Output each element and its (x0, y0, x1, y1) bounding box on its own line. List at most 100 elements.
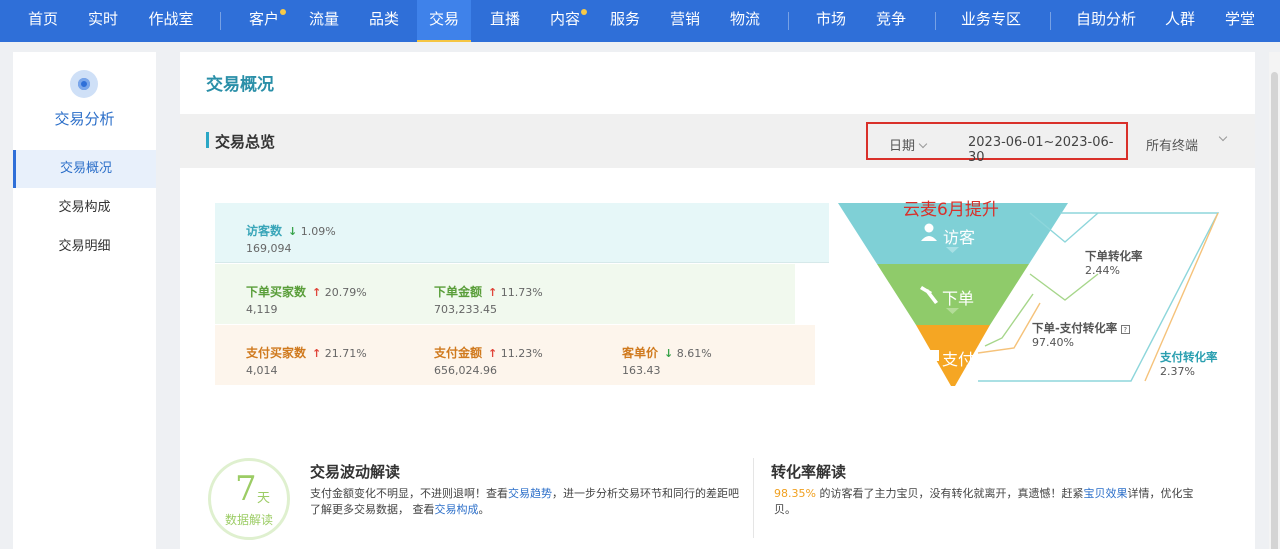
terminal-select[interactable]: 所有终端 (1146, 135, 1198, 154)
nav-marketing[interactable]: 营销 (670, 0, 700, 42)
nav-live[interactable]: 直播 (490, 0, 520, 42)
chevron-down-icon (918, 139, 928, 149)
nav-divider (935, 12, 936, 30)
nav-divider (1050, 12, 1051, 30)
sidebar-item-trade-composition[interactable]: 交易构成 (13, 189, 156, 227)
conversion-insight-text: 98.35% 的访客看了主力宝贝，没有转化就离开，真遗憾！赶紧宝贝效果详情，优化… (774, 487, 1194, 516)
metric-value: 4,014 (246, 364, 278, 377)
metric-value: 4,119 (246, 303, 278, 316)
order-row: 下单买家数 ↑ 20.79% 4,119 下单金额 ↑ 11.73% 703,233… (215, 264, 795, 324)
metric-label: 支付买家数 (246, 346, 307, 360)
nav-war-room[interactable]: 作战室 (148, 0, 193, 42)
scroll-thumb[interactable] (1271, 72, 1278, 549)
conversion-insight-title: 转化率解读 (771, 463, 847, 481)
metric-change: 20.79% (324, 286, 367, 299)
metric-change: 11.23% (500, 347, 543, 360)
nav-content[interactable]: 内容 (550, 0, 588, 42)
date-filter[interactable]: 日期 2023-06-01~2023-06-30 (866, 122, 1128, 165)
visitor-row: 访客数 ↓ 1.09% 169,094 (215, 203, 829, 263)
arrow-up-icon: ↑ (312, 347, 322, 360)
overview-content: 访客数 ↓ 1.09% 169,094 下单买家数 ↑ 20.79% 4,119 下… (180, 168, 1255, 549)
nav-traffic[interactable]: 流量 (309, 0, 339, 42)
item-effect-link[interactable]: 宝贝效果 (1083, 487, 1127, 500)
metric-label: 下单买家数 (246, 285, 307, 299)
section-marker (206, 132, 209, 148)
metric-visitors[interactable]: 访客数 ↓ 1.09% 169,094 (246, 220, 336, 255)
badge-text: 数据解读 (225, 513, 274, 527)
nav-customer[interactable]: 客户 (249, 0, 287, 42)
arrow-down-icon: ↓ (288, 225, 298, 238)
metric-value: 169,094 (246, 242, 292, 255)
nav-realtime[interactable]: 实时 (88, 0, 118, 42)
section-bar: 交易总览 日期 2023-06-01~2023-06-30 所有终端 (180, 114, 1255, 168)
badge-unit: 天 (257, 491, 271, 506)
sidebar-item-trade-overview[interactable]: 交易概况 (13, 150, 156, 188)
badge-number: 7 (235, 469, 257, 509)
page-header: 交易概况 (180, 52, 1255, 114)
nav-business-zone[interactable]: 业务专区 (961, 0, 1021, 42)
date-dropdown[interactable]: 日期 (889, 135, 928, 154)
metric-pay-amount[interactable]: 支付金额 ↑ 11.23% 656,024.96 (434, 342, 543, 377)
metric-change: 21.71% (324, 347, 367, 360)
metric-pay-buyers[interactable]: 支付买家数 ↑ 21.71% 4,014 (246, 342, 367, 377)
insight-divider (753, 458, 754, 538)
conversion-order-pay[interactable]: 下单-支付转化率 ? 97.40% (1032, 320, 1130, 349)
help-icon[interactable]: ? (1120, 325, 1130, 334)
metric-value: 703,233.45 (434, 303, 497, 316)
conversion-visit-order[interactable]: 下单转化率 2.44% (1085, 248, 1143, 277)
user-icon (924, 223, 934, 233)
payment-icon (927, 350, 939, 361)
wave-insight-text: 支付金额变化不明显，不进则退啊！查看交易趋势，进一步分析交易环节和同行的差距吧 … (310, 487, 739, 516)
sidebar-item-trade-detail[interactable]: 交易明细 (13, 228, 156, 266)
arrow-up-icon: ↑ (488, 347, 498, 360)
metric-label: 访客数 (246, 224, 283, 238)
nav-market[interactable]: 市场 (816, 0, 846, 42)
connector-order-pay (1029, 273, 1099, 301)
scrollbar[interactable] (1269, 52, 1280, 549)
notification-dot (581, 9, 588, 15)
arrow-down-icon: ↓ (664, 347, 674, 360)
funnel-order-label: 下单 (942, 289, 975, 308)
arrow-up-icon: ↑ (488, 286, 498, 299)
page-title: 交易概况 (206, 75, 274, 95)
nav-trade[interactable]: 交易 (416, 0, 472, 42)
metric-unit-price[interactable]: 客单价 ↓ 8.61% 163.43 (622, 342, 712, 377)
wave-insight-title: 交易波动解读 (310, 463, 401, 481)
trade-analysis-icon (70, 70, 98, 98)
conversion-visit-pay[interactable]: 支付转化率 2.37% (1160, 349, 1218, 378)
funnel-pay-label: 支付 (942, 350, 975, 369)
nav-category[interactable]: 品类 (369, 0, 399, 42)
nav-self-analysis[interactable]: 自助分析 (1076, 0, 1136, 42)
chevron-down-icon[interactable] (1218, 132, 1228, 142)
metric-change: 8.61% (676, 347, 712, 360)
annotation-text: 云麦6月提升 (903, 200, 999, 220)
metric-order-buyers[interactable]: 下单买家数 ↑ 20.79% 4,119 (246, 281, 367, 316)
sidebar-title: 交易分析 (54, 110, 115, 128)
metric-value: 163.43 (622, 364, 661, 377)
nav-service[interactable]: 服务 (610, 0, 640, 42)
metric-label: 客单价 (622, 346, 659, 360)
metric-label: 下单金额 (434, 285, 483, 299)
trade-trend-link[interactable]: 交易趋势 (508, 487, 552, 500)
date-range-value[interactable]: 2023-06-01~2023-06-30 (968, 135, 1126, 165)
nav-divider (220, 12, 221, 30)
metric-order-amount[interactable]: 下单金额 ↑ 11.73% 703,233.45 (434, 281, 543, 316)
nav-crowd[interactable]: 人群 (1165, 0, 1195, 42)
notification-dot (280, 9, 287, 15)
section-title: 交易总览 (215, 133, 276, 151)
arrow-up-icon: ↑ (312, 286, 322, 299)
nav-competition[interactable]: 竞争 (876, 0, 906, 42)
sidebar: 交易分析 交易概况 交易构成 交易明细 (13, 52, 156, 549)
metric-change: 1.09% (300, 225, 336, 238)
nav-logistics[interactable]: 物流 (730, 0, 760, 42)
funnel-visit-label: 访客 (943, 228, 976, 247)
metric-label: 支付金额 (434, 346, 483, 360)
nav-academy[interactable]: 学堂 (1225, 0, 1255, 42)
trade-composition-link[interactable]: 交易构成 (435, 503, 479, 516)
top-nav: 首页 实时 作战室 客户 流量 品类 交易 直播 内容 服务 营销 物流 市场 … (0, 0, 1280, 42)
nav-home[interactable]: 首页 (28, 0, 58, 42)
metric-value: 656,024.96 (434, 364, 497, 377)
metric-change: 11.73% (500, 286, 543, 299)
nav-divider (788, 12, 789, 30)
seven-day-badge: 7 天 数据解读 (208, 458, 290, 540)
